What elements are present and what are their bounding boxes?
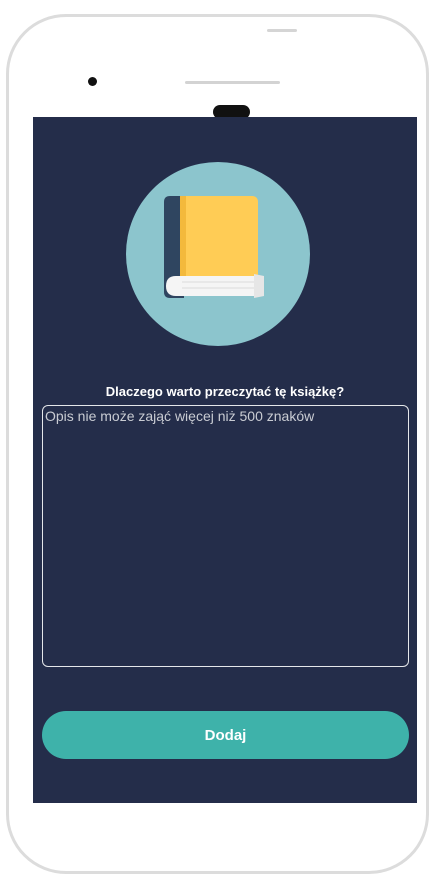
earpiece-speaker — [185, 81, 280, 84]
app-screen: Dlaczego warto przeczytać tę książkę? Do… — [33, 117, 417, 803]
book-icon — [164, 196, 264, 298]
description-textarea[interactable] — [42, 405, 409, 667]
book-illustration — [126, 162, 310, 346]
phone-side-button — [267, 29, 297, 32]
front-camera — [88, 77, 97, 86]
add-button[interactable]: Dodaj — [42, 711, 409, 759]
why-read-label: Dlaczego warto przeczytać tę książkę? — [105, 384, 345, 399]
